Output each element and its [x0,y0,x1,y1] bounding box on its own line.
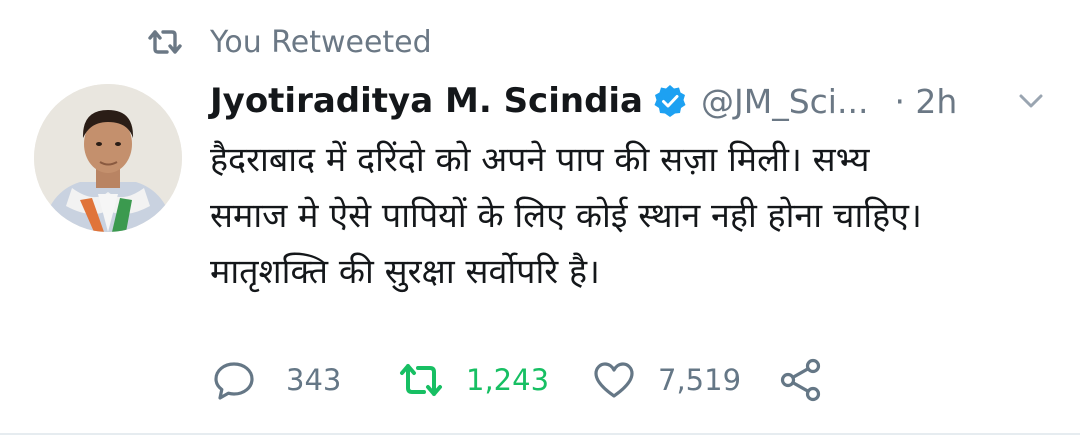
reply-icon [214,362,254,400]
avatar[interactable] [34,84,182,232]
like-count: 7,519 [658,363,742,397]
tweet-card[interactable]: You Retweeted Jyotiraditya M. Scindia @J… [0,0,1080,447]
share-icon [780,358,821,402]
author-display-name[interactable]: Jyotiraditya M. Scindia [210,81,643,121]
divider [0,433,1080,435]
share-button[interactable] [778,356,824,404]
author-handle[interactable]: @JM_Sci... [701,82,868,121]
tweet-actions: 343 1,243 7,519 [212,356,852,404]
retweet-context: You Retweeted [146,20,432,64]
verified-badge-icon [654,85,686,117]
avatar-image [34,84,182,232]
retweet-count: 1,243 [466,363,550,397]
like-button[interactable]: 7,519 [592,356,741,404]
tweet-timestamp[interactable]: · 2h [894,82,957,121]
reply-button[interactable]: 343 [212,356,341,404]
tweet-text-line: समाज मे ऐसे पापियों के लिए कोई स्थान नही… [210,196,922,236]
retweet-icon [148,30,182,54]
retweet-icon [400,364,442,396]
retweet-button[interactable]: 1,243 [398,356,549,404]
tweet-header: Jyotiraditya M. Scindia @JM_Sci... · 2h [210,76,1060,126]
tweet-text-line: हैदराबाद में दरिंदो को अपने पाप की सज़ा … [210,140,870,180]
chevron-down-icon[interactable] [1016,86,1046,116]
heart-icon [594,362,634,398]
reply-count: 343 [286,363,342,397]
tweet-text-line: मातृशक्ति की सुरक्षा सर्वोपरि है। [210,252,600,292]
retweet-context-label: You Retweeted [210,24,432,60]
tweet-text: हैदराबाद में दरिंदो को अपने पाप की सज़ा … [210,132,1060,300]
